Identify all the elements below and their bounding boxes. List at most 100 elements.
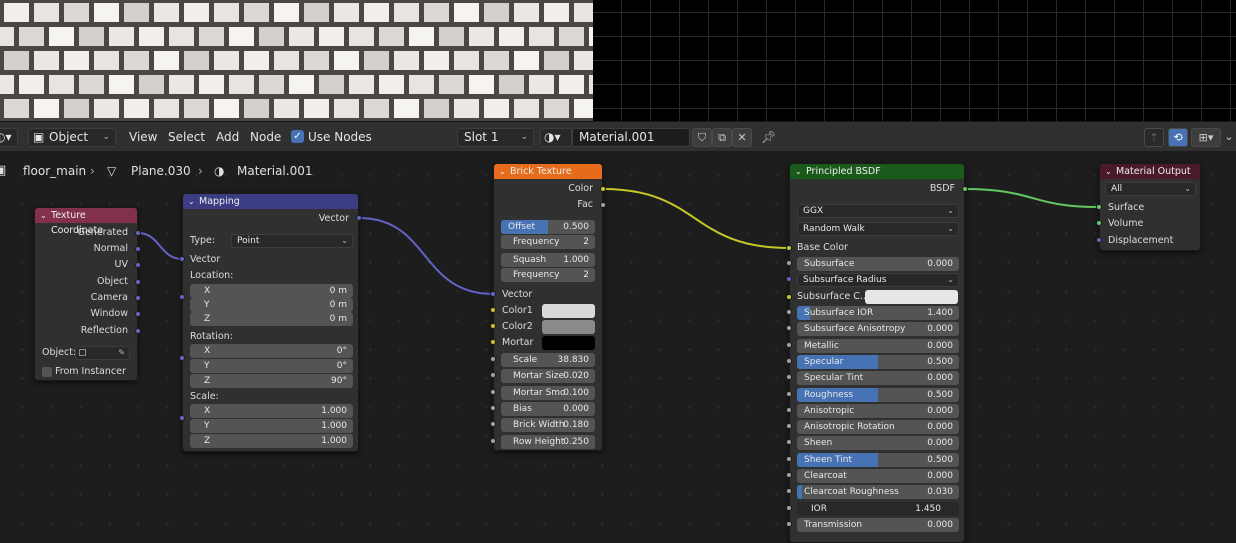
node-header[interactable]: ⌄ Texture Coordinate bbox=[35, 208, 137, 236]
rotation-y[interactable]: Y 0° bbox=[190, 359, 353, 373]
socket-bsdf-input-11[interactable] bbox=[786, 472, 792, 478]
frequency-1-field[interactable]: Frequency 2 bbox=[501, 235, 595, 249]
socket-bsdf-input-7[interactable] bbox=[786, 406, 792, 413]
brick-field-4[interactable]: Brick Width 0.180 bbox=[501, 418, 595, 433]
socket-camera[interactable] bbox=[135, 295, 141, 301]
scale-y[interactable]: Y 1.000 bbox=[190, 419, 353, 433]
subsurface-method-dropdown[interactable]: Random Walk ⌄ bbox=[797, 222, 959, 236]
node-mapping[interactable]: ⌄ Mapping Vector Type: Point ⌄ Vector Loca… bbox=[182, 193, 359, 452]
collapse-chevron-icon[interactable]: ⌄ bbox=[40, 208, 47, 223]
bsdf-field-anisotropic[interactable]: Anisotropic 0.000 bbox=[797, 403, 959, 418]
distribution-dropdown[interactable]: GGX ⌄ bbox=[797, 204, 959, 218]
socket-brick-field-5[interactable] bbox=[490, 437, 496, 444]
bsdf-field-specular-tint[interactable]: Specular Tint 0.000 bbox=[797, 371, 959, 386]
bsdf-field-sheen[interactable]: Sheen 0.000 bbox=[797, 436, 959, 451]
socket-uv[interactable] bbox=[135, 262, 141, 268]
location-x[interactable]: X 0 m bbox=[190, 284, 353, 298]
eyedropper-icon[interactable]: ✎ bbox=[118, 347, 125, 359]
collapse-chevron-icon[interactable]: ⌄ bbox=[188, 194, 195, 209]
bsdf-field-transmission[interactable]: Transmission 0.000 bbox=[797, 517, 959, 532]
socket-surface-in[interactable] bbox=[1096, 204, 1102, 210]
bsdf-field-roughness[interactable]: Roughness 0.500 bbox=[797, 387, 959, 402]
socket-brick-field-2[interactable] bbox=[490, 388, 496, 395]
rotation-x[interactable]: X 0° bbox=[190, 344, 353, 358]
offset-slider[interactable]: Offset 0.500 bbox=[501, 220, 595, 234]
node-header[interactable]: ⌄ Principled BSDF bbox=[790, 164, 964, 179]
node-texture-coordinate[interactable]: ⌄ Texture Coordinate Generated Normal UV … bbox=[34, 207, 138, 381]
socket-subsurface-color-in[interactable] bbox=[786, 294, 792, 300]
scale-x[interactable]: X 1.000 bbox=[190, 404, 353, 418]
socket-bsdf-input-6[interactable] bbox=[786, 390, 792, 397]
socket-window[interactable] bbox=[135, 311, 141, 317]
bsdf-field-anisotropic-rotation[interactable]: Anisotropic Rotation 0.000 bbox=[797, 420, 959, 435]
bsdf-field-ior[interactable]: IOR 1.450 bbox=[797, 501, 959, 516]
node-header[interactable]: ⌄ Material Output bbox=[1100, 164, 1200, 179]
socket-brick-field-3[interactable] bbox=[490, 404, 496, 411]
render-target-dropdown[interactable]: All ⌄ bbox=[1105, 182, 1196, 196]
socket-scale-in[interactable] bbox=[179, 415, 185, 421]
socket-bsdf-out[interactable] bbox=[962, 186, 968, 192]
location-y[interactable]: Y 0 m bbox=[190, 298, 353, 312]
socket-brick-color-out[interactable] bbox=[600, 186, 606, 192]
node-brick-texture[interactable]: ⌄ Brick Texture Color Fac Offset 0.500 Fre… bbox=[493, 163, 603, 451]
location-z[interactable]: Z 0 m bbox=[190, 312, 353, 326]
brick-field-1[interactable]: Mortar Size 0.020 bbox=[501, 369, 595, 384]
socket-color1-in[interactable] bbox=[490, 307, 496, 313]
socket-rotation-in[interactable] bbox=[179, 355, 185, 361]
socket-mapping-vector-out[interactable] bbox=[356, 215, 362, 221]
bsdf-field-sheen-tint[interactable]: Sheen Tint 0.500 bbox=[797, 452, 959, 467]
bsdf-field-subsurface-anisotropy[interactable]: Subsurface Anisotropy 0.000 bbox=[797, 322, 959, 337]
socket-mortar-in[interactable] bbox=[490, 339, 496, 345]
mortar-swatch[interactable] bbox=[542, 336, 595, 350]
socket-base-color-in[interactable] bbox=[786, 245, 792, 251]
socket-location-in[interactable] bbox=[179, 294, 185, 300]
collapse-chevron-icon[interactable]: ⌄ bbox=[499, 164, 506, 179]
socket-subsurface-radius-in[interactable] bbox=[786, 276, 792, 282]
brick-field-0[interactable]: Scale 38.830 bbox=[501, 353, 595, 367]
bsdf-field-metallic[interactable]: Metallic 0.000 bbox=[797, 338, 959, 353]
socket-displacement-in[interactable] bbox=[1096, 237, 1102, 243]
bsdf-field-subsurface[interactable]: Subsurface 0.000 bbox=[797, 257, 959, 271]
node-header[interactable]: ⌄ Mapping bbox=[183, 194, 358, 209]
object-picker[interactable]: ▢ ✎ bbox=[75, 346, 130, 360]
squash-field[interactable]: Squash 1.000 bbox=[501, 253, 595, 267]
socket-bsdf-input-3[interactable] bbox=[786, 341, 792, 348]
node-material-output[interactable]: ⌄ Material Output All ⌄ Surface Volume Dis… bbox=[1099, 163, 1201, 251]
bsdf-field-subsurface-ior[interactable]: Subsurface IOR 1.400 bbox=[797, 306, 959, 320]
subsurface-color-swatch[interactable] bbox=[865, 290, 958, 304]
socket-bsdf-input-13[interactable] bbox=[786, 504, 792, 511]
frequency-2-field[interactable]: Frequency 2 bbox=[501, 268, 595, 282]
brick-field-3[interactable]: Bias 0.000 bbox=[501, 401, 595, 416]
bsdf-field-clearcoat-roughness[interactable]: Clearcoat Roughness 0.030 bbox=[797, 485, 959, 500]
subsurface-radius-dropdown[interactable]: Subsurface Radius ⌄ bbox=[797, 273, 959, 287]
socket-reflection[interactable] bbox=[135, 328, 141, 334]
socket-bsdf-input-0[interactable] bbox=[786, 260, 792, 266]
collapse-chevron-icon[interactable]: ⌄ bbox=[795, 164, 802, 179]
socket-color2-in[interactable] bbox=[490, 323, 496, 329]
socket-brick-fac-out[interactable] bbox=[600, 202, 606, 208]
bsdf-field-clearcoat[interactable]: Clearcoat 0.000 bbox=[797, 469, 959, 483]
node-principled-bsdf[interactable]: ⌄ Principled BSDF BSDF GGX ⌄ Random Walk ⌄ … bbox=[789, 163, 965, 543]
brick-field-5[interactable]: Row Height 0.250 bbox=[501, 434, 595, 449]
socket-brick-vector-in[interactable] bbox=[490, 291, 496, 297]
mapping-type-dropdown[interactable]: Point ⌄ bbox=[231, 234, 353, 248]
color1-swatch[interactable] bbox=[542, 304, 595, 318]
socket-generated[interactable] bbox=[135, 230, 141, 236]
socket-bsdf-input-4[interactable] bbox=[786, 357, 792, 364]
socket-object[interactable] bbox=[135, 279, 141, 285]
brick-field-2[interactable]: Mortar Smo 0.100 bbox=[501, 385, 595, 400]
scale-z[interactable]: Z 1.000 bbox=[190, 434, 353, 448]
socket-volume-in[interactable] bbox=[1096, 220, 1102, 226]
socket-bsdf-input-1[interactable] bbox=[786, 309, 792, 315]
bsdf-field-specular[interactable]: Specular 0.500 bbox=[797, 354, 959, 369]
node-header[interactable]: ⌄ Brick Texture bbox=[494, 164, 602, 179]
socket-bsdf-input-14[interactable] bbox=[786, 520, 792, 527]
socket-normal[interactable] bbox=[135, 246, 141, 252]
rotation-z[interactable]: Z 90° bbox=[190, 374, 353, 388]
socket-brick-field-0[interactable] bbox=[490, 356, 496, 362]
socket-bsdf-input-10[interactable] bbox=[786, 455, 792, 462]
socket-mapping-vector-in[interactable] bbox=[179, 256, 185, 262]
collapse-chevron-icon[interactable]: ⌄ bbox=[1105, 164, 1112, 179]
from-instancer-checkbox[interactable] bbox=[42, 367, 52, 377]
color2-swatch[interactable] bbox=[542, 320, 595, 334]
